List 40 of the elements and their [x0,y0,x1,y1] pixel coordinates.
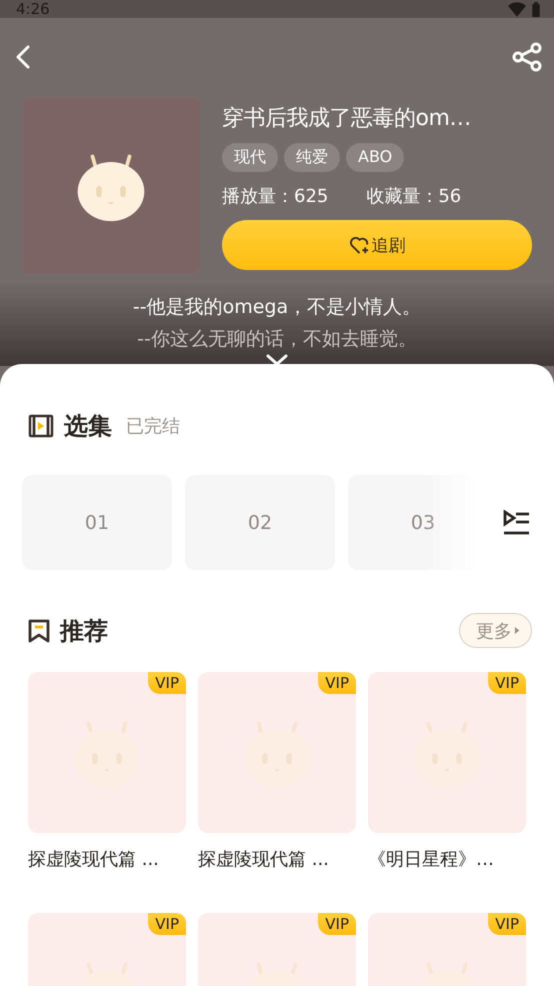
bookmark-icon [28,618,50,642]
favorite-count: 收藏量：56 [366,185,462,208]
genre-tag: ABO [346,143,404,172]
vip-badge: VIP [148,672,186,694]
vip-badge: VIP [318,672,356,694]
vip-badge: VIP [318,913,356,935]
back-icon [16,45,30,69]
heart-plus-icon [348,236,370,254]
battery-icon [532,2,540,16]
chevron-right-icon [514,626,521,635]
drama-thumbnail[interactable]: VIP [198,913,356,986]
vip-badge: VIP [488,672,526,694]
section-title: 选集 [64,411,112,442]
vip-badge: VIP [148,913,186,935]
quote-text: --你这么无聊的话，不如去睡觉。 [137,327,417,352]
playlist-icon [502,510,530,536]
drama-title: 《明日星程》… [368,848,495,871]
drama-title: 探虚陵现代篇 ... [28,848,160,871]
genre-tag: 纯爱 [284,143,340,172]
drama-title: 探虚陵现代篇 ... [198,848,330,871]
drama-thumbnail[interactable]: VIP [28,672,186,833]
drama-thumbnail[interactable]: VIP [368,913,526,986]
vip-badge: VIP [488,913,526,935]
completion-status: 已完结 [126,415,180,438]
genre-tag: 现代 [222,143,278,172]
drama-thumbnail[interactable]: VIP [28,913,186,986]
share-button[interactable] [512,42,542,72]
play-count: 播放量：625 [222,185,328,208]
follow-button[interactable]: 追剧 [222,220,532,270]
share-icon [512,42,542,72]
drama-title: 穿书后我成了恶毒的om… [222,105,472,133]
drama-thumbnail[interactable]: VIP [368,672,526,833]
wifi-icon [508,2,526,16]
episode-list-button[interactable] [502,510,530,536]
drama-thumbnail[interactable]: VIP [198,672,356,833]
status-time: 4:26 [16,0,50,18]
expand-button[interactable] [266,354,288,366]
section-title: 推荐 [60,616,108,646]
episodes-icon [28,414,54,438]
quote-text: --他是我的omega，不是小情人。 [132,295,422,320]
